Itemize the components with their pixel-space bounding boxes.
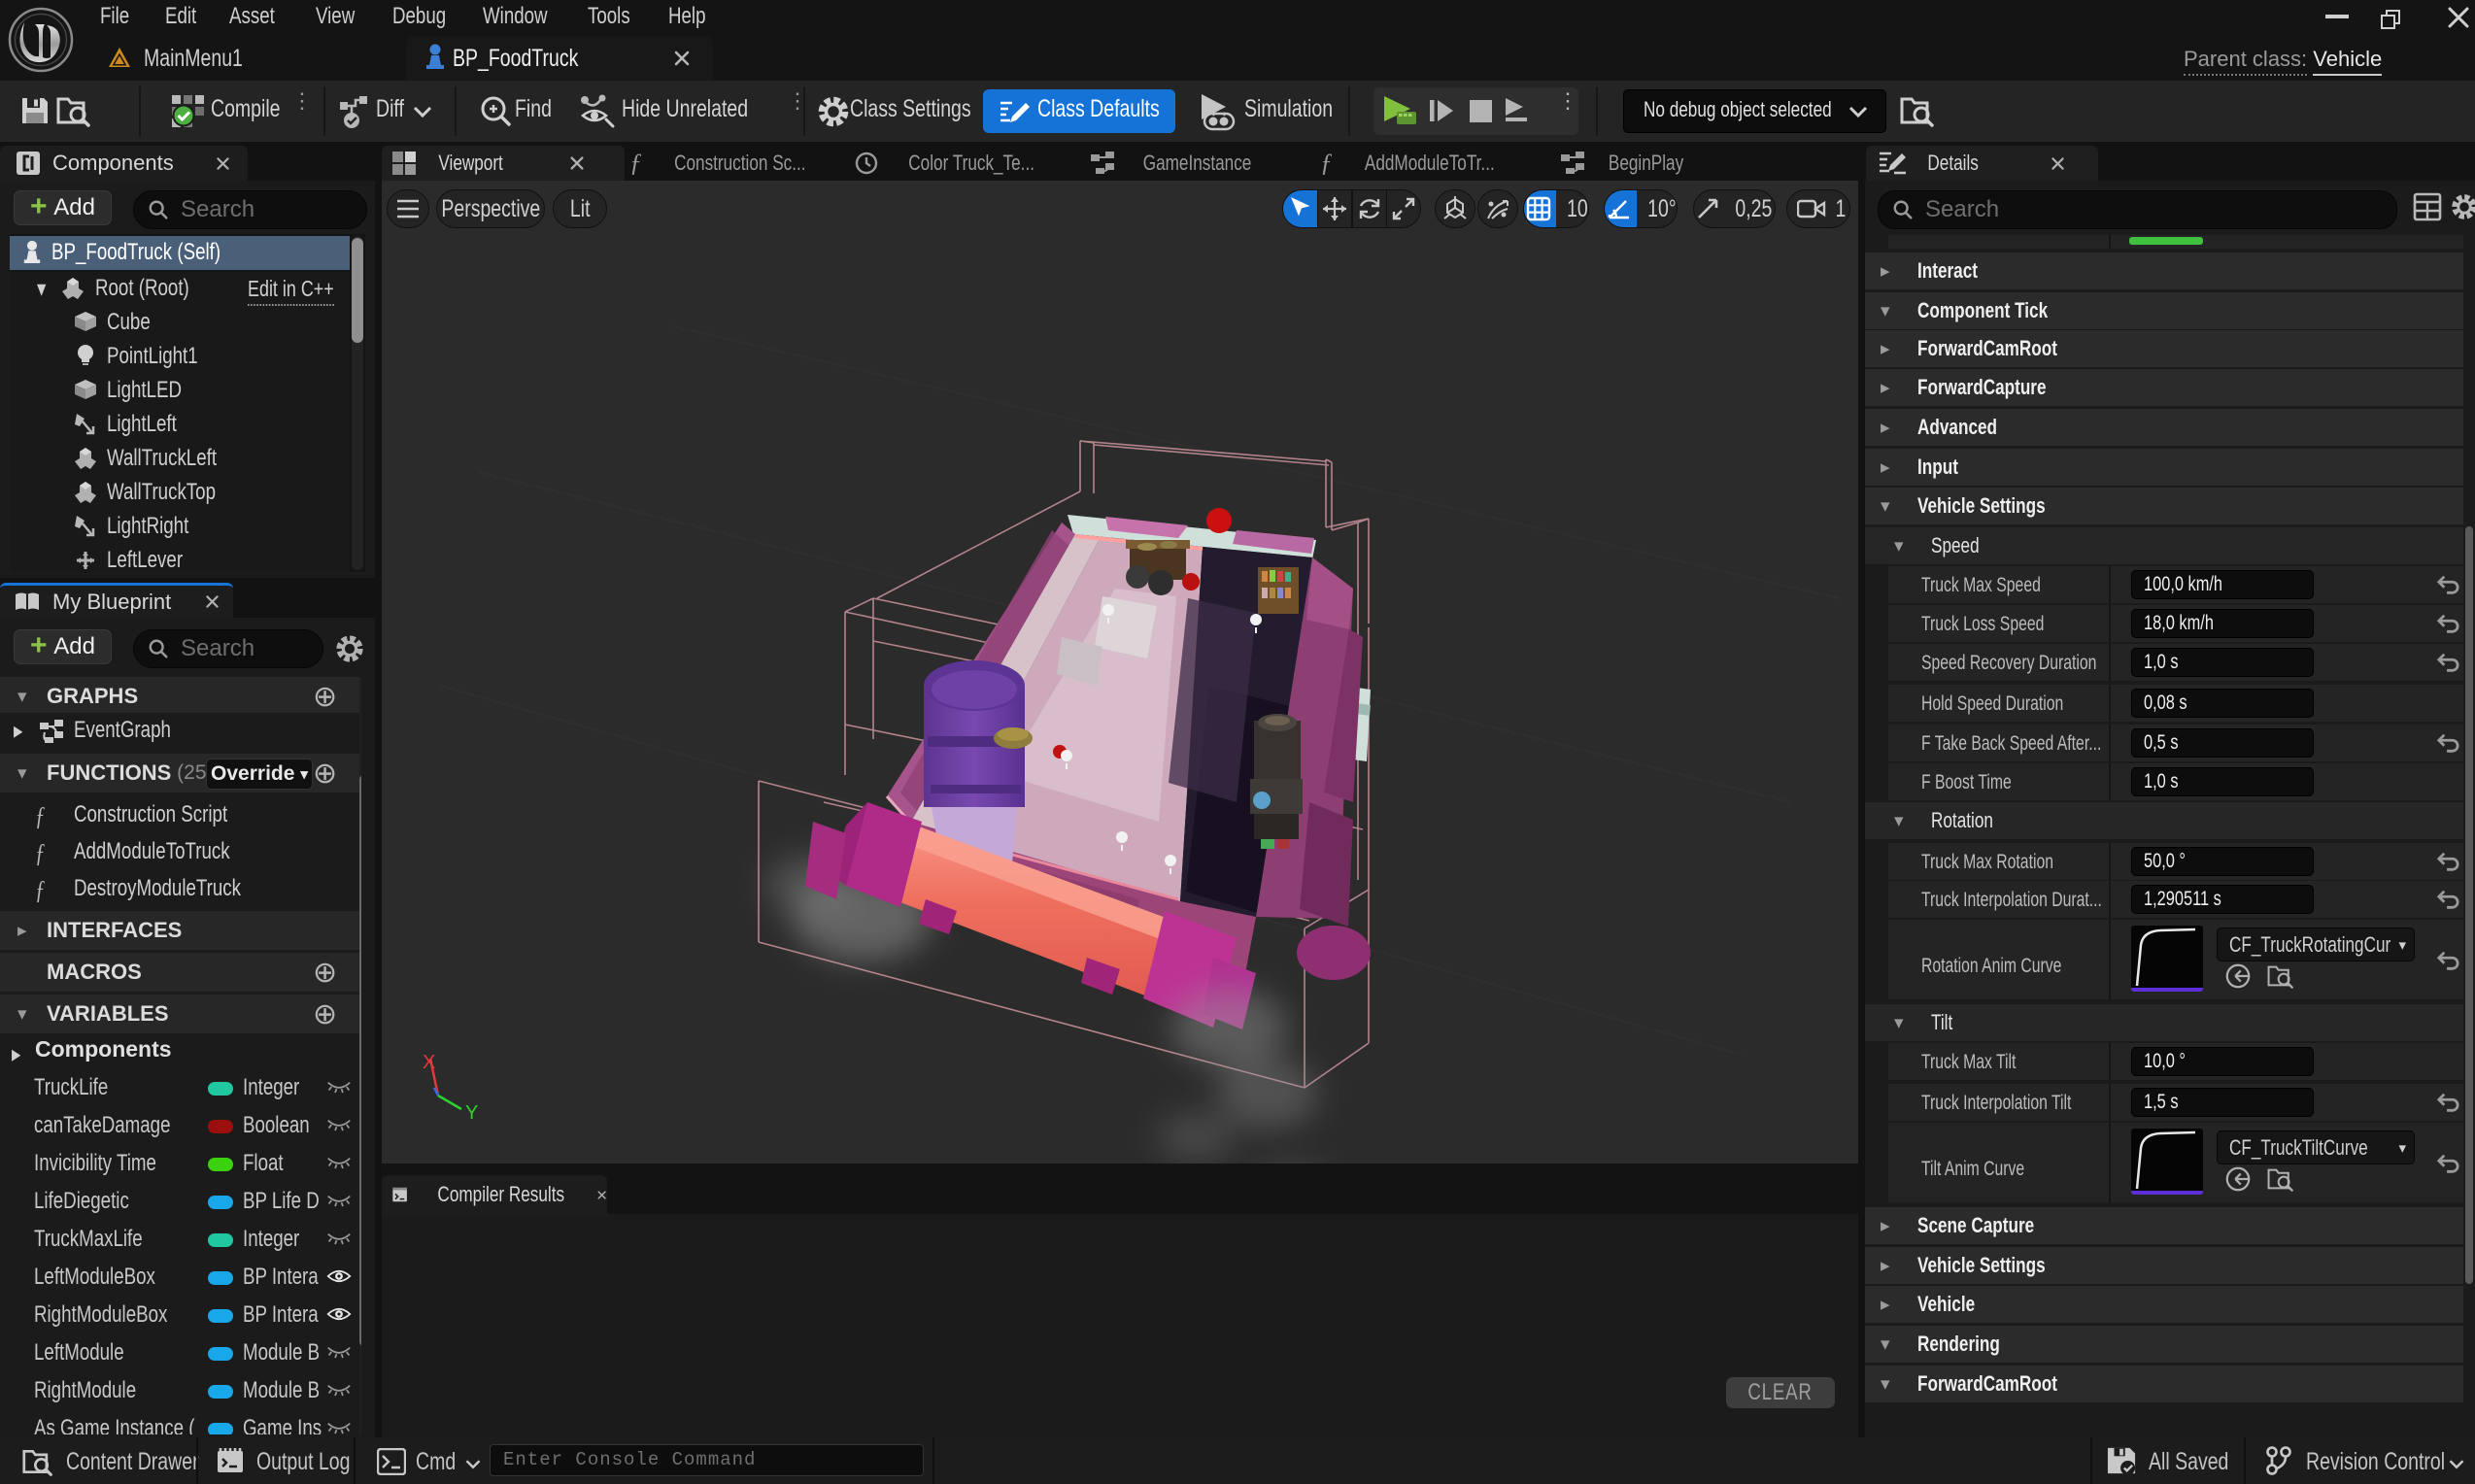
svg-text:X: X — [423, 1052, 435, 1073]
svg-text:Y: Y — [465, 1102, 478, 1123]
